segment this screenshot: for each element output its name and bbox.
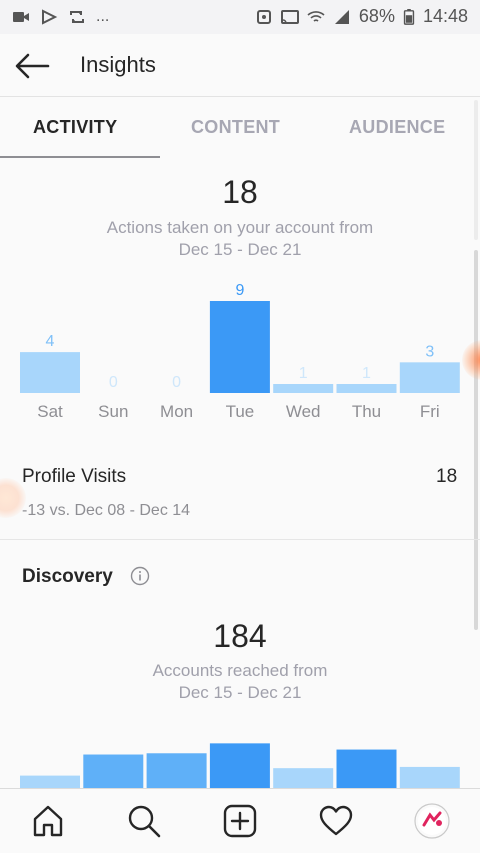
- actions-total: 18: [222, 174, 258, 210]
- discovery-bar-sun[interactable]: [83, 754, 144, 788]
- profile-visits-comparison: -13 vs. Dec 08 - Dec 14: [22, 502, 191, 519]
- activity-bar-sat[interactable]: [20, 352, 80, 393]
- page-title: Insights: [80, 52, 156, 77]
- discovery-bar-fri[interactable]: [399, 766, 460, 788]
- back-arrow-icon[interactable]: [14, 52, 50, 80]
- wifi-icon: [307, 10, 325, 22]
- activity-day-label: Fri: [420, 402, 440, 421]
- accounts-reached-date-range: Dec 15 - Dec 21: [178, 683, 302, 702]
- activity-day-label: Mon: [160, 402, 193, 421]
- activity-bar-fri[interactable]: [399, 362, 460, 393]
- actions-date-range: Dec 15 - Dec 21: [178, 240, 302, 259]
- activity-value-label: 3: [425, 343, 434, 360]
- discovery-bar-mon[interactable]: [146, 753, 207, 788]
- app-header: Insights: [0, 34, 480, 97]
- discovery-bar-tue[interactable]: [209, 743, 270, 788]
- activity-value-label: 0: [109, 374, 118, 391]
- activity-bar-tue[interactable]: [209, 301, 270, 393]
- accounts-reached-caption: Accounts reached from: [152, 661, 328, 680]
- signal-icon: [334, 9, 349, 24]
- active-tab-indicator: [0, 156, 160, 158]
- video-icon: [13, 12, 29, 22]
- actions-caption: Actions taken on your account from: [106, 218, 374, 237]
- bottom-navigation: [0, 788, 480, 853]
- activity-value-label: 4: [46, 333, 55, 350]
- activity-day-label: Wed: [286, 402, 321, 421]
- activity-day-label: Sun: [98, 402, 128, 421]
- activity-day-label: Tue: [226, 402, 255, 421]
- nfc-icon: [256, 9, 271, 24]
- profile-avatar[interactable]: [414, 803, 450, 839]
- battery-icon: [403, 8, 415, 25]
- activity-bar-wed[interactable]: [273, 384, 334, 393]
- actions-bar-chart: 4 Sat 0 Sun 0 Mon 9 Tue 1 Wed 1 Thu 3 Fri: [20, 282, 460, 421]
- tab-content[interactable]: CONTENT: [191, 117, 280, 138]
- accounts-reached-bar-chart: [20, 743, 460, 788]
- section-divider: [0, 539, 480, 540]
- status-bar: ... 68% 14:48: [0, 0, 480, 34]
- status-time: 14:48: [422, 6, 468, 26]
- profile-visits-value: 18: [436, 466, 458, 487]
- home-icon[interactable]: [30, 803, 66, 839]
- status-ellipsis: ...: [96, 8, 110, 25]
- status-right: 68% 14:48: [255, 6, 468, 27]
- activity-value-label: 9: [235, 282, 244, 299]
- tab-audience[interactable]: AUDIENCE: [349, 117, 445, 138]
- tab-bar: ACTIVITY CONTENT AUDIENCE: [0, 96, 480, 158]
- info-icon[interactable]: [130, 566, 150, 586]
- search-icon[interactable]: [126, 803, 162, 839]
- play-store-icon: [42, 9, 58, 25]
- heart-icon[interactable]: [318, 803, 354, 839]
- activity-bar-thu[interactable]: [336, 384, 397, 393]
- accounts-reached-total: 184: [213, 618, 267, 654]
- activity-value-label: 0: [172, 374, 181, 391]
- profile-visits-label: Profile Visits: [22, 466, 127, 487]
- activity-value-label: 1: [362, 365, 371, 382]
- activity-day-label: Sat: [37, 402, 63, 421]
- discovery-title: Discovery: [22, 566, 113, 587]
- activity-value-label: 1: [299, 365, 308, 382]
- retweet-icon: [70, 11, 84, 23]
- cast-icon: [280, 9, 299, 24]
- discovery-bar-sat[interactable]: [20, 775, 80, 788]
- add-post-icon[interactable]: [222, 803, 258, 839]
- tab-activity[interactable]: ACTIVITY: [33, 117, 117, 138]
- activity-day-label: Thu: [352, 402, 381, 421]
- battery-percentage: 68%: [358, 6, 395, 26]
- discovery-bar-thu[interactable]: [336, 749, 397, 788]
- discovery-bar-wed[interactable]: [273, 768, 334, 788]
- status-left: ...: [12, 8, 109, 26]
